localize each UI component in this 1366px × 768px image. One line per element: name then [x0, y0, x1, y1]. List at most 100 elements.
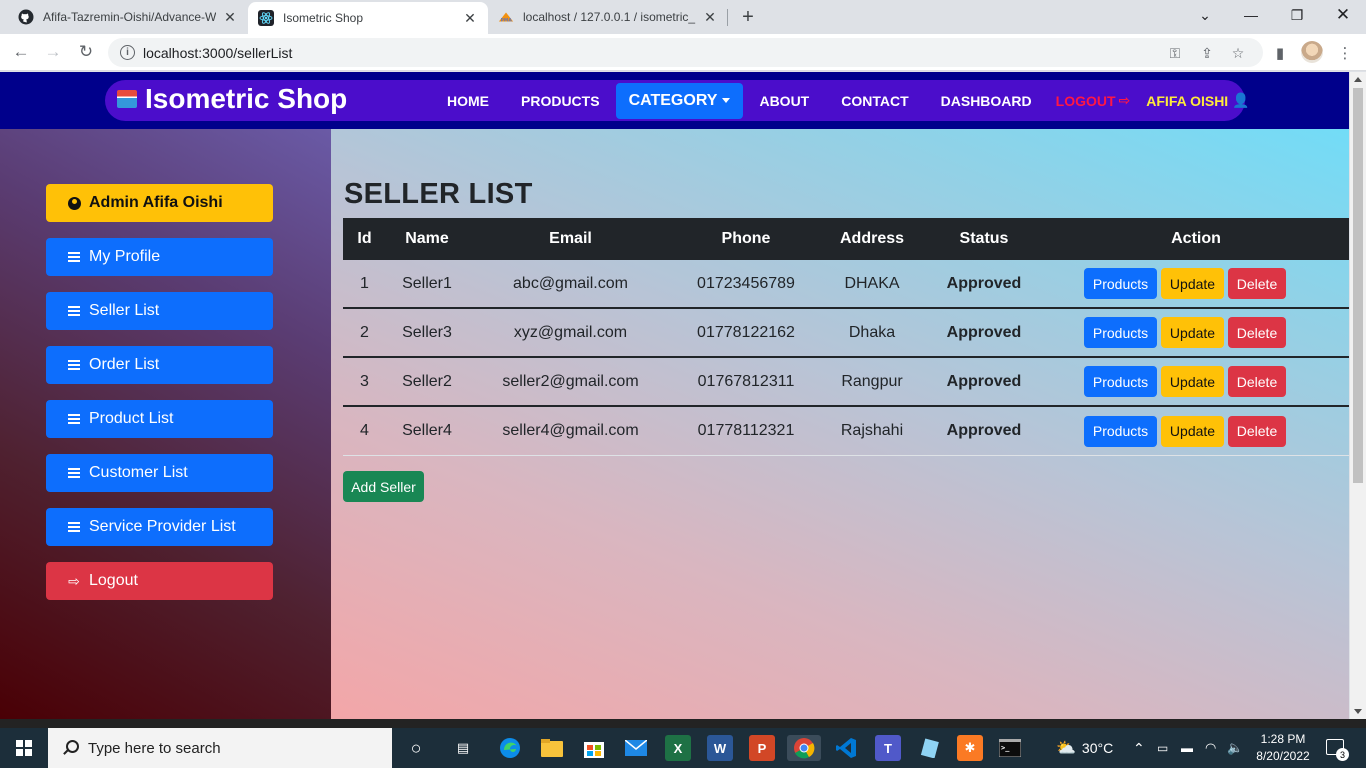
github-icon — [18, 9, 34, 25]
cell-status: Approved — [946, 422, 1022, 439]
forward-icon[interactable]: → — [41, 40, 65, 64]
nav-products[interactable]: PRODUCTS — [505, 83, 616, 119]
close-window-icon[interactable]: ✕ — [1320, 0, 1366, 30]
side-panel-icon[interactable]: ▮ — [1270, 43, 1290, 63]
scrollbar-thumb[interactable] — [1353, 88, 1363, 483]
taskbar-search-box[interactable]: Type here to search — [48, 728, 392, 768]
nav-category-dropdown[interactable]: CATEGORY — [615, 82, 744, 119]
sidebar-item-order-list[interactable]: Order List — [46, 346, 273, 384]
meet-now-icon[interactable]: ▭ — [1157, 728, 1168, 768]
sidebar-item-product-list[interactable]: Product List — [46, 400, 273, 438]
search-placeholder: Type here to search — [88, 739, 221, 757]
products-button[interactable]: Products — [1084, 415, 1157, 447]
partly-cloudy-icon: ⛅ — [1056, 740, 1076, 757]
minimize-icon[interactable]: — — [1228, 0, 1274, 30]
wifi-icon[interactable]: ◠ — [1205, 728, 1216, 768]
nav-user[interactable]: AFIFA OISHI 👤 — [1138, 83, 1257, 119]
admin-name: Admin Afifa Oishi — [89, 194, 223, 211]
battery-icon[interactable]: ▬ — [1181, 728, 1193, 768]
column-header-phone: Phone — [721, 230, 771, 247]
sidebar-item-service-provider-list[interactable]: Service Provider List — [46, 508, 273, 546]
update-button[interactable]: Update — [1161, 317, 1224, 348]
sidebar-item-seller-list[interactable]: Seller List — [46, 292, 273, 330]
nav-about[interactable]: ABOUT — [743, 83, 825, 119]
windows-taskbar: Type here to search ○ ▤ X W P T ✱ >_ ⛅ 3… — [0, 728, 1366, 768]
file-explorer-icon[interactable] — [539, 735, 565, 761]
address-bar[interactable]: i localhost:3000/sellerList ⚿ ⇪ ☆ — [108, 38, 1263, 67]
browser-tab-phpmyadmin[interactable]: PMA localhost / 127.0.0.1 / isometric_ ✕ — [488, 0, 728, 34]
nav-user-label: AFIFA OISHI — [1146, 92, 1229, 109]
close-tab-icon[interactable]: ✕ — [222, 9, 238, 25]
notepad-icon[interactable] — [917, 735, 943, 761]
close-tab-icon[interactable]: ✕ — [702, 9, 718, 25]
back-icon[interactable]: ← — [9, 40, 33, 64]
browser-tab-github[interactable]: Afifa-Tazremin-Oishi/Advance-W ✕ — [8, 0, 248, 34]
update-button[interactable]: Update — [1161, 366, 1224, 397]
weather-widget[interactable]: ⛅ 30°C — [1056, 728, 1113, 768]
menu-kebab-icon[interactable]: ⋮ — [1335, 43, 1355, 63]
url-text[interactable]: localhost:3000/sellerList — [143, 45, 292, 61]
chrome-icon[interactable] — [787, 735, 821, 761]
cell-phone: 01778122162 — [697, 323, 795, 341]
main-content: SELLER LIST Id Name Email Phone Address … — [331, 129, 1349, 719]
tray-chevron-icon[interactable]: ⌃ — [1133, 728, 1145, 768]
sidebar-logout-button[interactable]: ⇨ Logout — [46, 562, 273, 600]
delete-button[interactable]: Delete — [1228, 366, 1286, 397]
add-seller-button[interactable]: Add Seller — [343, 471, 424, 502]
vscode-icon[interactable] — [833, 735, 859, 761]
microsoft-store-icon[interactable] — [581, 735, 607, 761]
nav-logout[interactable]: LOGOUT ⇨ — [1048, 83, 1139, 119]
powerpoint-icon[interactable]: P — [749, 735, 775, 761]
products-button[interactable]: Products — [1084, 366, 1157, 397]
sign-out-icon: ⇨ — [1118, 92, 1131, 108]
key-icon[interactable]: ⚿ — [1166, 44, 1184, 62]
reload-icon[interactable]: ↻ — [74, 40, 98, 64]
page-scrollbar[interactable] — [1350, 72, 1366, 719]
browser-tab-isometric-shop[interactable]: Isometric Shop ✕ — [248, 2, 488, 34]
nav-home[interactable]: HOME — [431, 83, 505, 119]
update-button[interactable]: Update — [1161, 268, 1224, 299]
xampp-icon[interactable]: ✱ — [957, 735, 983, 761]
edge-icon[interactable] — [497, 735, 523, 761]
new-tab-button[interactable]: + — [737, 6, 759, 28]
notification-center-icon[interactable]: 3 — [1326, 739, 1349, 761]
system-clock[interactable]: 1:28 PM 8/20/2022 — [1252, 731, 1314, 765]
close-tab-icon[interactable]: ✕ — [462, 10, 478, 26]
cell-actions: Products Update Delete — [1043, 317, 1349, 348]
scroll-down-icon[interactable] — [1354, 709, 1362, 714]
restore-icon[interactable]: ❐ — [1274, 0, 1320, 30]
brand[interactable]: Isometric Shop — [117, 83, 347, 115]
word-icon[interactable]: W — [707, 735, 733, 761]
sidebar-item-label: Service Provider List — [89, 518, 236, 535]
products-button[interactable]: Products — [1084, 317, 1157, 348]
cell-name: Seller1 — [402, 274, 452, 292]
excel-icon[interactable]: X — [665, 735, 691, 761]
task-view-icon[interactable]: ▤ — [450, 735, 476, 761]
delete-button[interactable]: Delete — [1228, 268, 1286, 299]
sidebar-item-my-profile[interactable]: My Profile — [46, 238, 273, 276]
cell-phone: 01778112321 — [697, 422, 795, 439]
update-button[interactable]: Update — [1161, 415, 1224, 447]
admin-name-button[interactable]: Admin Afifa Oishi — [46, 184, 273, 222]
cortana-icon[interactable]: ○ — [403, 735, 429, 761]
windows-start-icon[interactable] — [16, 740, 32, 756]
profile-avatar[interactable] — [1301, 41, 1323, 63]
table-header: Id Name Email Phone Address Status Actio… — [343, 218, 1349, 260]
teams-icon[interactable]: T — [875, 735, 901, 761]
bookmark-star-icon[interactable]: ☆ — [1229, 44, 1247, 62]
site-info-icon[interactable]: i — [120, 45, 135, 60]
scroll-up-icon[interactable] — [1354, 77, 1362, 82]
tab-search-icon[interactable]: ⌄ — [1182, 0, 1228, 30]
nav-dashboard[interactable]: DASHBOARD — [925, 83, 1048, 119]
share-icon[interactable]: ⇪ — [1198, 44, 1216, 62]
mail-icon[interactable] — [623, 735, 649, 761]
store-icon — [117, 90, 137, 108]
products-button[interactable]: Products — [1084, 268, 1157, 299]
delete-button[interactable]: Delete — [1228, 317, 1286, 348]
delete-button[interactable]: Delete — [1228, 415, 1286, 447]
column-header-address: Address — [839, 230, 905, 247]
volume-icon[interactable]: 🔈 — [1227, 728, 1243, 768]
sidebar-item-customer-list[interactable]: Customer List — [46, 454, 273, 492]
nav-contact[interactable]: CONTACT — [825, 83, 924, 119]
terminal-icon[interactable]: >_ — [997, 735, 1023, 761]
